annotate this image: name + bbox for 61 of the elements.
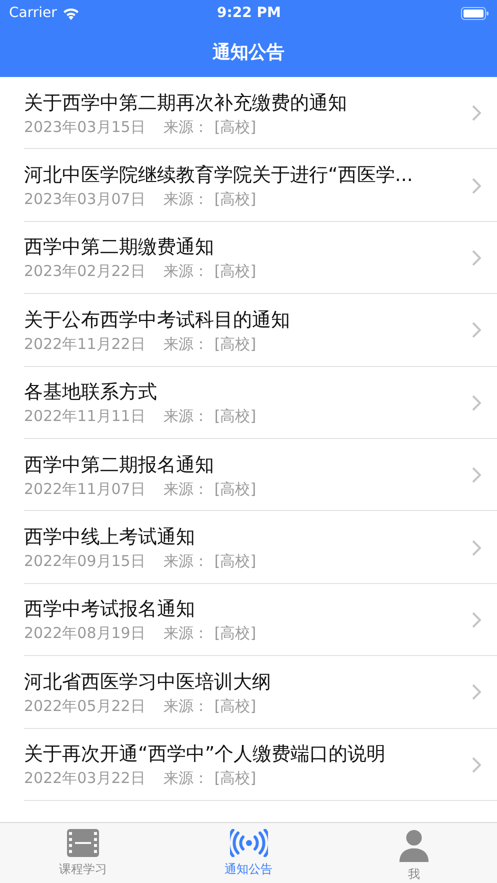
notice-date: 2022年11月22日 [24,334,146,354]
chevron-icon [472,394,481,411]
source-value: [高校] [214,696,256,716]
chevron-icon [472,250,481,266]
chevron-icon [472,105,481,122]
notice-title: 关于西学中第二期再次补充缴费的通知 [24,90,348,116]
person-icon [399,829,430,862]
source-value: [高校] [214,190,256,210]
source-label: 来源： [163,407,208,426]
tab-item[interactable]: 通知公告 [166,823,332,883]
notice-date: 2023年02月22日 [24,262,146,282]
notice-date: 2023年03月07日 [24,190,146,210]
source-value: [高校] [214,118,256,137]
source-label: 来源： [163,552,208,572]
chevron-icon [472,612,481,628]
tab-item[interactable]: 课程学习 [0,823,166,883]
carrier-label: Carrier [9,5,57,21]
tab-item[interactable]: 我 [331,823,497,883]
notice-date: 2022年08月19日 [24,624,146,644]
source-value: [高校] [214,769,256,788]
notice-title: 西学中线上考试通知 [24,525,196,550]
source-value: [高校] [214,334,256,354]
notice-title: 河北中医学院继续教育学院关于进行“西医学... [24,163,414,188]
chevron-icon [472,540,481,556]
source-value: [高校] [214,480,256,499]
chevron-icon [472,178,481,194]
chevron-icon [472,684,481,700]
chevron-icon [472,756,481,773]
notice-date: 2023年03月15日 [24,118,146,137]
notice-date: 2022年11月07日 [24,480,146,499]
notice-title: 关于再次开通“西学中”个人缴费端口的说明 [24,742,387,768]
notice-title: 关于公布西学中考试科目的通知 [24,308,291,333]
source-value: [高校] [214,407,256,426]
source-label: 来源： [163,334,208,354]
source-label: 来源： [163,696,208,716]
notice-date: 2022年03月22日 [24,769,146,788]
notice-title: 西学中第二期报名通知 [24,452,215,478]
source-label: 来源： [163,262,208,282]
source-label: 来源： [163,190,208,210]
chevron-icon [472,467,481,484]
source-value: [高校] [214,552,256,572]
screen-title: 通知公告 [212,40,284,64]
source-label: 来源： [163,480,208,499]
notice-date: 2022年09月15日 [24,552,146,572]
notice-title: 西学中第二期缴费通知 [24,235,215,260]
source-value: [高校] [214,262,256,282]
source-label: 来源： [163,624,208,644]
chevron-icon [472,322,481,338]
source-label: 来源： [163,118,208,137]
wifi-icon [62,6,80,20]
source-value: [高校] [214,624,256,644]
notice-date: 2022年05月22日 [24,696,146,716]
notice-title: 河北省西医学习中医培训大纲 [24,670,272,695]
notice-date: 2022年11月11日 [24,407,146,426]
clock-time: 9:22 PM [217,5,281,21]
notice-title: 各基地联系方式 [24,380,158,406]
battery-icon [460,6,489,20]
notice-title: 西学中考试报名通知 [24,597,196,622]
broadcast-icon [230,829,268,857]
film-icon [66,829,99,857]
source-label: 来源： [163,769,208,788]
